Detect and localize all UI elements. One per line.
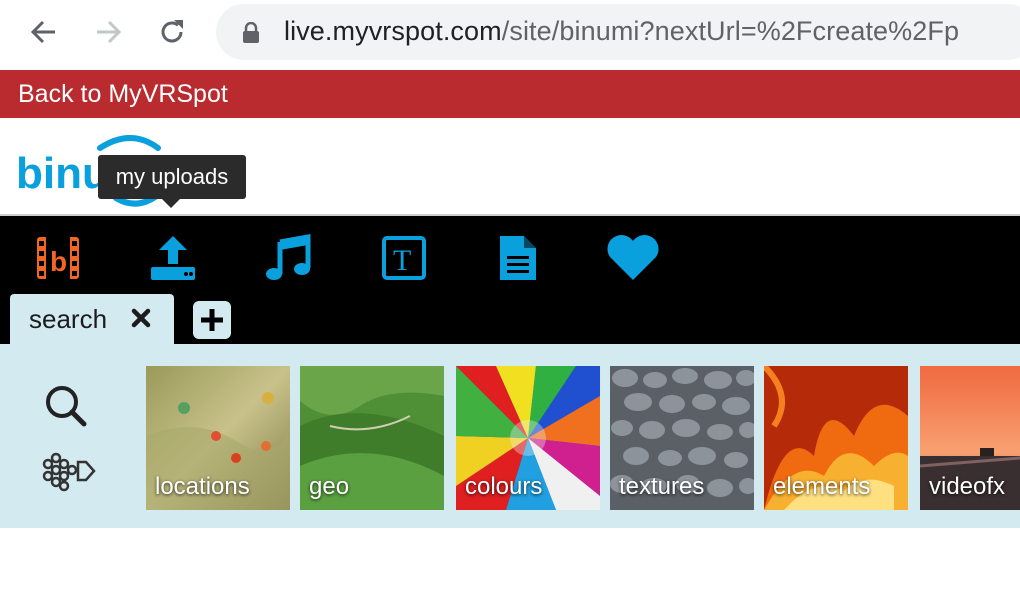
tile-label: locations [155,473,250,500]
forward-button[interactable] [88,12,128,52]
category-tile-elements[interactable]: elements [764,366,908,510]
text-button[interactable]: T [376,230,432,286]
reload-icon [161,20,183,43]
url-host: live.myvrspot.com [284,16,502,46]
url-text: live.myvrspot.com/site/binumi?nextUrl=%2… [284,16,959,47]
category-tile-geo[interactable]: geo [300,366,444,510]
tag-cloud-arrow-icon[interactable] [40,450,98,492]
tooltip: my uploads [98,155,246,208]
binumi-videos-button[interactable]: b [30,230,86,286]
heart-icon [607,234,659,280]
tab-search-label: search [29,304,108,334]
tile-label: elements [773,473,871,500]
back-link[interactable]: Back to MyVRSpot [18,80,228,109]
svg-text:b: b [50,246,67,277]
upload-icon [151,236,195,280]
tile-label: textures [619,473,705,500]
my-uploads-button[interactable] [145,230,201,286]
category-tile-textures[interactable]: textures [610,366,754,510]
add-tab-button[interactable] [192,300,232,340]
media-toolbar: b T search [0,216,1020,344]
back-banner[interactable]: Back to MyVRSpot [0,70,1020,118]
music-note-icon [266,234,311,280]
tab-search[interactable]: search [10,294,174,344]
browser-chrome: live.myvrspot.com/site/binumi?nextUrl=%2… [0,0,1020,70]
text-t-icon: T [382,236,426,280]
category-tile-colours[interactable]: colours [456,366,600,510]
search-icon[interactable] [44,384,88,428]
url-path: /site/binumi?nextUrl=%2Fcreate%2Fp [501,16,960,46]
svg-text:T: T [393,244,411,277]
plus-icon [193,301,231,339]
document-icon [500,236,536,280]
arrow-right-icon [97,20,122,44]
tile-label: geo [309,473,350,500]
reload-button[interactable] [152,12,192,52]
category-tile-videofx[interactable]: videofx [920,366,1020,510]
tile-label: colours [465,473,543,500]
lock-icon [243,22,259,43]
back-button[interactable] [24,12,64,52]
tile-label: videofx [929,473,1006,500]
arrow-left-icon [30,20,55,44]
favourites-button[interactable] [605,230,661,286]
search-panel: locations geo colours textures elements … [0,344,1020,528]
address-bar[interactable]: live.myvrspot.com/site/binumi?nextUrl=%2… [216,4,1020,60]
category-tile-locations[interactable]: locations [146,366,290,510]
film-b-icon: b [37,237,79,279]
music-button[interactable] [260,230,316,286]
close-icon[interactable] [130,307,152,329]
document-button[interactable] [490,230,546,286]
